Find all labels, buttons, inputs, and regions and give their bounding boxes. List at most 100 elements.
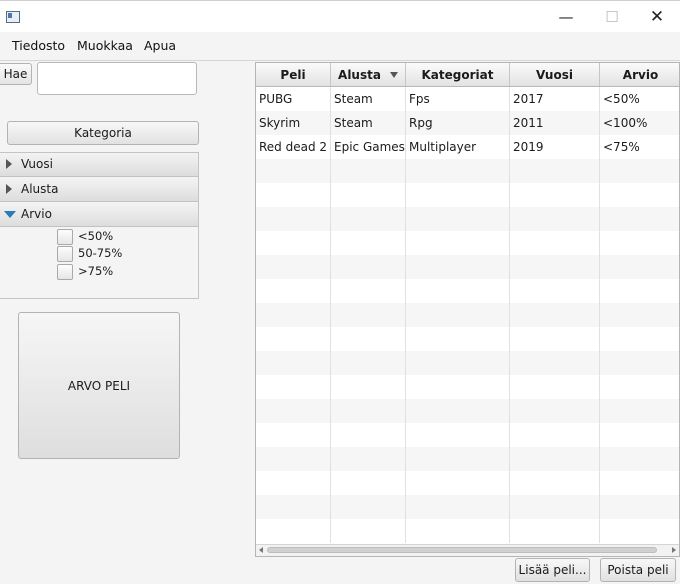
column-header-peli[interactable]: Peli xyxy=(256,63,331,86)
menu-apua[interactable]: Apua xyxy=(144,38,176,53)
table-cell xyxy=(600,519,679,543)
games-table: Peli Alusta Kategoriat Vuosi Arvio PUBG S… xyxy=(255,62,680,557)
add-game-button[interactable]: Lisää peli... xyxy=(515,558,590,582)
table-cell xyxy=(510,327,600,351)
table-cell: <100% xyxy=(603,116,648,130)
table-cell xyxy=(406,399,510,423)
remove-game-button[interactable]: Poista peli xyxy=(600,558,676,582)
checkbox[interactable] xyxy=(57,246,73,262)
table-row[interactable] xyxy=(256,303,679,327)
table-cell xyxy=(406,207,510,231)
table-cell xyxy=(600,207,679,231)
menu-tiedosto[interactable]: Tiedosto xyxy=(12,38,65,53)
table-cell xyxy=(600,303,679,327)
table-cell xyxy=(256,231,331,255)
scroll-left-icon[interactable] xyxy=(259,547,263,553)
table-cell xyxy=(331,399,406,423)
column-header-vuosi[interactable]: Vuosi xyxy=(510,63,600,86)
table-cell: 2011 xyxy=(510,111,600,135)
table-cell xyxy=(406,495,510,519)
table-row[interactable]: PUBG Steam Fps 2017 <50% xyxy=(256,87,679,111)
table-cell xyxy=(256,159,331,183)
table-cell xyxy=(331,231,406,255)
column-header-kategoriat[interactable]: Kategoriat xyxy=(406,63,510,86)
checkbox-label: 50-75% xyxy=(78,246,123,260)
table-row[interactable] xyxy=(256,399,679,423)
table-cell xyxy=(600,351,679,375)
filter-section-label: Vuosi xyxy=(21,157,53,171)
table-cell: Fps xyxy=(406,87,510,111)
table-cell xyxy=(331,375,406,399)
table-cell: Steam xyxy=(331,111,406,135)
table-cell xyxy=(510,231,600,255)
table-cell xyxy=(510,519,600,543)
table-cell xyxy=(256,447,331,471)
table-row[interactable] xyxy=(256,447,679,471)
checkbox[interactable] xyxy=(57,229,73,245)
table-cell xyxy=(406,351,510,375)
maximize-button[interactable]: ☐ xyxy=(589,1,635,33)
table-row[interactable] xyxy=(256,207,679,231)
minimize-button[interactable]: — xyxy=(543,1,589,33)
filter-section-label: Alusta xyxy=(21,182,59,196)
menu-bar: Tiedosto Muokkaa Apua xyxy=(0,32,680,61)
close-button[interactable]: ✕ xyxy=(634,1,680,33)
table-cell: <50% xyxy=(603,92,640,106)
table-row[interactable] xyxy=(256,183,679,207)
filter-section-arvio[interactable]: Arvio xyxy=(0,203,198,227)
table-cell xyxy=(256,423,331,447)
table-row[interactable] xyxy=(256,495,679,519)
table-cell xyxy=(406,303,510,327)
table-row[interactable] xyxy=(256,327,679,351)
scroll-right-icon[interactable] xyxy=(672,547,676,553)
table-cell xyxy=(600,399,679,423)
table-row[interactable] xyxy=(256,375,679,399)
table-row[interactable] xyxy=(256,471,679,495)
table-row[interactable] xyxy=(256,351,679,375)
table-cell xyxy=(600,495,679,519)
table-cell xyxy=(256,351,331,375)
menu-muokkaa[interactable]: Muokkaa xyxy=(77,38,133,53)
table-cell xyxy=(510,399,600,423)
column-header-alusta[interactable]: Alusta xyxy=(331,63,406,86)
table-cell xyxy=(510,375,600,399)
app-icon xyxy=(6,11,20,23)
category-button[interactable]: Kategoria xyxy=(7,121,199,145)
table-row[interactable]: Skyrim Steam Rpg 2011 <100% xyxy=(256,111,679,135)
table-cell xyxy=(331,279,406,303)
table-cell xyxy=(510,471,600,495)
table-cell: Red dead 2 xyxy=(256,135,331,159)
table-cell xyxy=(406,231,510,255)
title-bar: — ☐ ✕ xyxy=(0,0,680,33)
table-row[interactable] xyxy=(256,279,679,303)
table-row[interactable] xyxy=(256,423,679,447)
table-row[interactable] xyxy=(256,159,679,183)
table-row[interactable] xyxy=(256,519,679,543)
table-cell xyxy=(510,351,600,375)
table-row[interactable] xyxy=(256,255,679,279)
table-header: Peli Alusta Kategoriat Vuosi Arvio xyxy=(256,63,679,87)
filter-section-alusta[interactable]: Alusta xyxy=(0,178,198,202)
horizontal-scrollbar[interactable] xyxy=(256,544,679,556)
filter-section-vuosi[interactable]: Vuosi xyxy=(0,153,198,177)
table-cell xyxy=(510,303,600,327)
table-cell xyxy=(331,519,406,543)
table-cell xyxy=(600,279,679,303)
table-row[interactable]: Red dead 2 Epic Games Multiplayer 2019 <75% xyxy=(256,135,679,159)
table-cell xyxy=(510,183,600,207)
search-button[interactable]: Hae xyxy=(0,63,32,85)
scrollbar-thumb[interactable] xyxy=(267,547,657,553)
table-cell xyxy=(406,327,510,351)
table-cell xyxy=(406,471,510,495)
column-header-arvio[interactable]: Arvio xyxy=(600,63,679,86)
table-cell: Steam xyxy=(331,87,406,111)
table-row[interactable] xyxy=(256,231,679,255)
checkbox[interactable] xyxy=(57,264,73,280)
table-cell xyxy=(256,375,331,399)
table-cell xyxy=(406,447,510,471)
random-game-button[interactable]: ARVO PELI xyxy=(18,312,180,459)
search-input[interactable] xyxy=(37,62,197,95)
table-cell xyxy=(256,255,331,279)
filter-panel: Vuosi Alusta Arvio <50% 50-75% >75% xyxy=(0,152,199,299)
table-cell xyxy=(331,423,406,447)
